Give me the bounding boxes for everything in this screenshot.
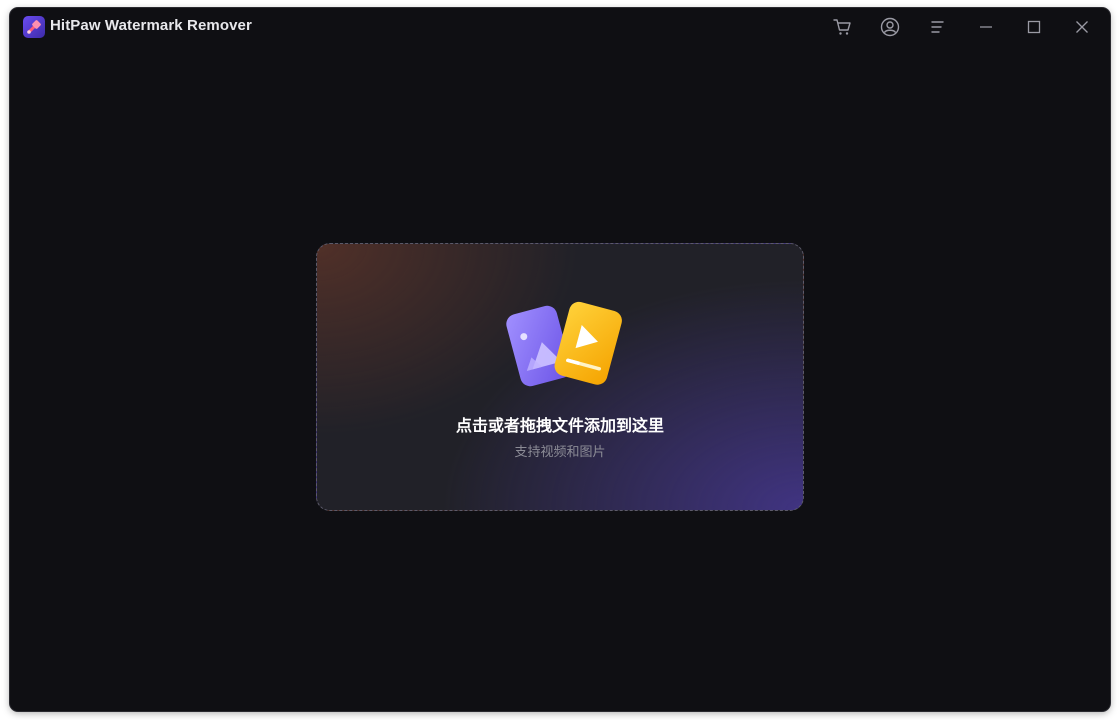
- close-icon: [1076, 21, 1088, 33]
- app-window: HitPaw Watermark Remover 点击或者拖拽文件添加到这里 支…: [10, 8, 1110, 711]
- file-drop-zone[interactable]: 点击或者拖拽文件添加到这里 支持视频和图片: [316, 243, 804, 511]
- title-bar[interactable]: HitPaw Watermark Remover: [10, 8, 1110, 46]
- minimize-button[interactable]: [972, 14, 1000, 40]
- cart-icon: [833, 19, 851, 35]
- maximize-button[interactable]: [1020, 14, 1048, 40]
- cart-button[interactable]: [828, 14, 856, 40]
- app-logo-icon: [23, 16, 45, 38]
- account-button[interactable]: [876, 14, 904, 40]
- account-icon: [880, 17, 900, 37]
- menu-button[interactable]: [924, 14, 952, 40]
- image-video-files-icon: [506, 301, 622, 387]
- minimize-icon: [980, 26, 992, 28]
- maximize-icon: [1027, 20, 1041, 34]
- menu-icon: [931, 21, 944, 33]
- close-button[interactable]: [1068, 14, 1096, 40]
- drop-zone-subtitle: 支持视频和图片: [514, 445, 606, 460]
- app-title: HitPaw Watermark Remover: [50, 17, 252, 34]
- drop-zone-title: 点击或者拖拽文件添加到这里: [455, 416, 664, 435]
